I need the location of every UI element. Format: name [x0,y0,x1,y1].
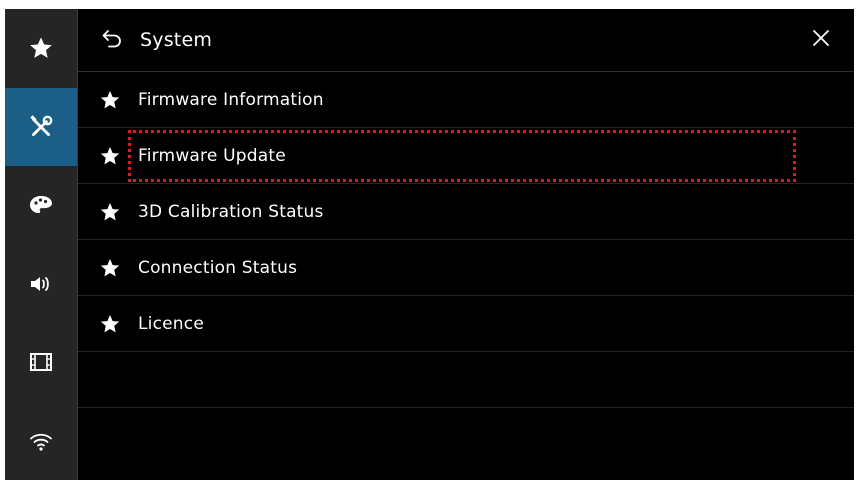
header: System [78,9,854,72]
page-title: System [140,29,213,51]
sidebar-item-theme[interactable] [5,166,77,245]
star-icon [99,145,121,167]
menu-item-label: Firmware Update [138,145,286,166]
star-icon [99,201,121,223]
menu-item-licence[interactable]: Licence [78,296,854,352]
menu-item-firmware-information[interactable]: Firmware Information [78,72,854,128]
sidebar-item-favorites[interactable] [5,9,77,88]
sidebar [5,9,78,480]
system-screen: System Firmware Information Firmware Upd… [5,9,854,480]
film-icon [28,351,54,373]
star-icon [28,35,54,61]
menu-item-label: Firmware Information [138,89,324,110]
sidebar-item-network[interactable] [5,402,77,481]
menu-item-label: Connection Status [138,257,298,278]
wifi-icon [28,429,54,453]
back-arrow-icon [100,27,124,53]
sidebar-item-settings[interactable] [5,87,77,166]
close-icon [812,29,830,51]
sidebar-item-audio[interactable] [5,245,77,324]
menu-item-3d-calibration-status[interactable]: 3D Calibration Status [78,184,854,240]
main-panel: System Firmware Information Firmware Upd… [78,9,854,480]
star-icon [99,257,121,279]
tools-icon [28,114,54,140]
system-menu-list: Firmware Information Firmware Update 3D … [78,72,854,408]
back-button[interactable] [92,20,132,60]
star-icon [99,89,121,111]
menu-item-label: Licence [138,313,204,334]
speaker-icon [28,272,54,296]
menu-item-connection-status[interactable]: Connection Status [78,240,854,296]
close-button[interactable] [802,21,840,59]
empty-row [78,352,854,408]
menu-item-label: 3D Calibration Status [138,201,324,222]
sidebar-item-video[interactable] [5,323,77,402]
menu-item-firmware-update[interactable]: Firmware Update [78,128,854,184]
star-icon [99,313,121,335]
palette-icon [28,193,54,217]
